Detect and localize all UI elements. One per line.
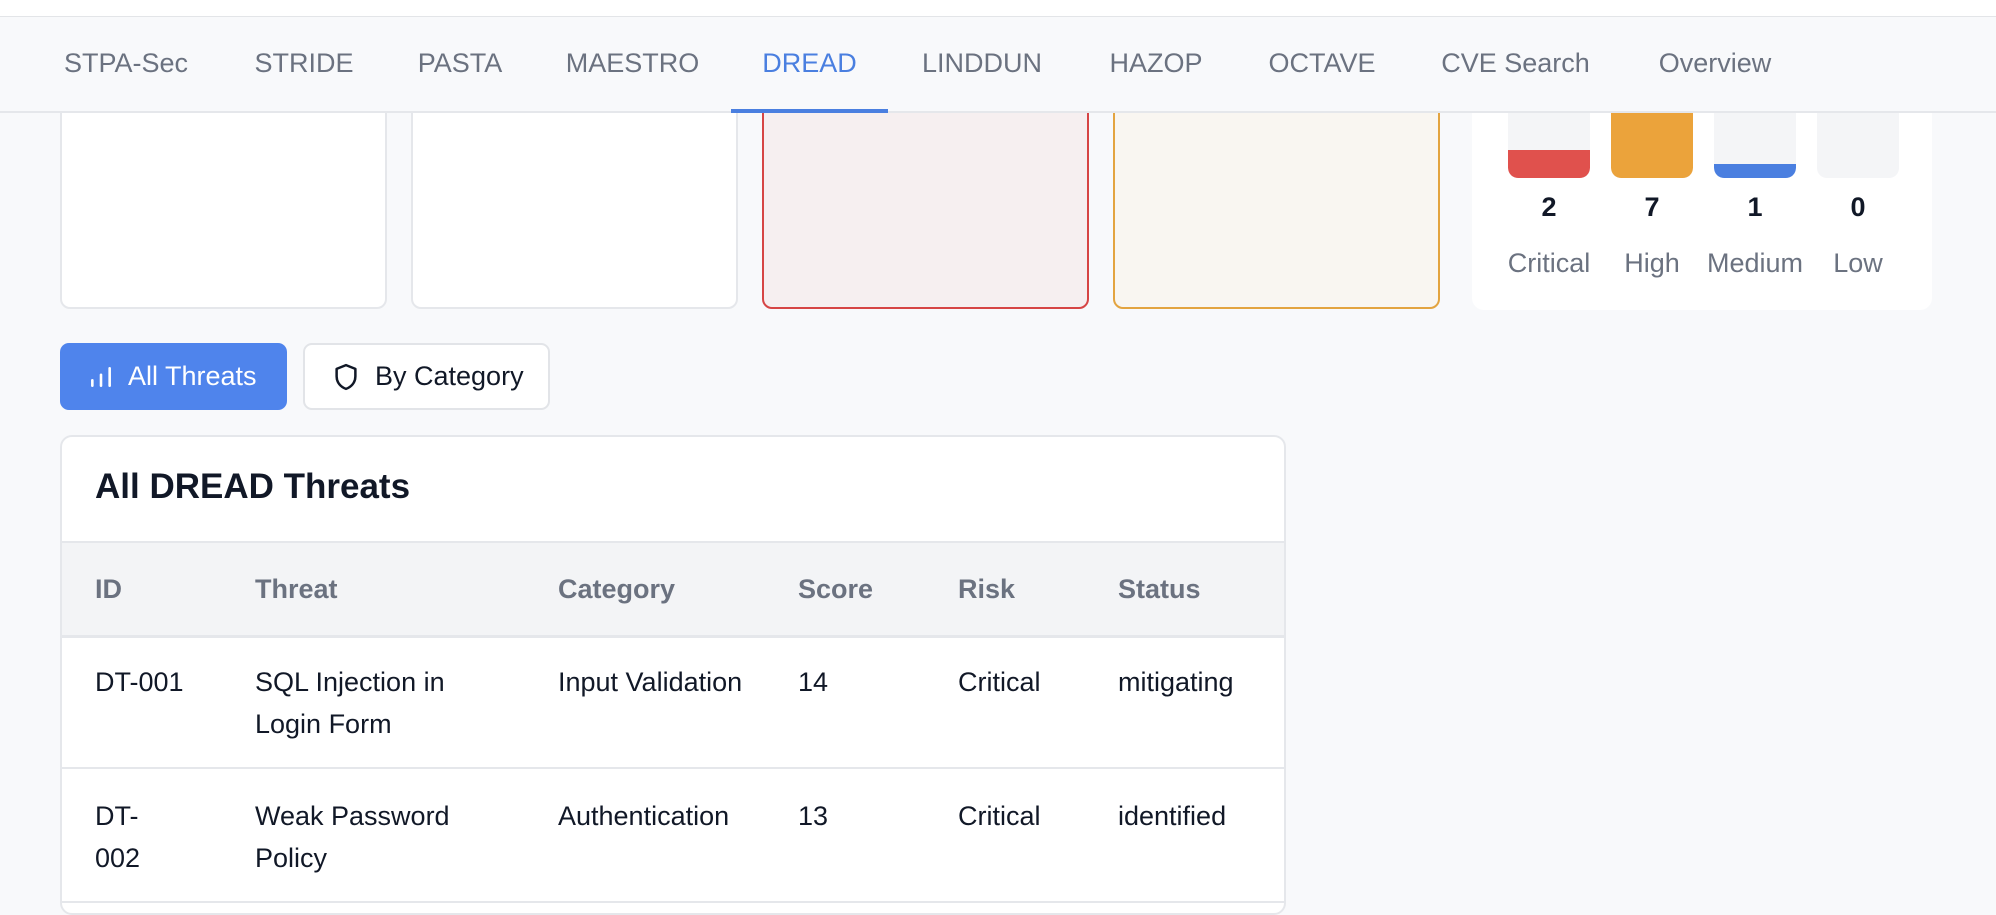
shield-icon bbox=[331, 362, 361, 392]
by-category-label: By Category bbox=[375, 361, 524, 391]
cell-threat: SQL Injection in Login Form bbox=[255, 667, 445, 739]
cell-status: mitigating bbox=[1118, 667, 1234, 697]
cell-id: DT-002 bbox=[95, 801, 141, 873]
high-count: 7 bbox=[1644, 192, 1660, 222]
tab-maestro[interactable]: MAESTRO bbox=[565, 17, 700, 111]
low-count: 0 bbox=[1850, 192, 1866, 222]
header-risk: Risk bbox=[958, 574, 1016, 604]
medium-bar bbox=[1714, 164, 1796, 178]
stat-card bbox=[411, 80, 738, 309]
critical-count: 2 bbox=[1541, 192, 1557, 222]
critical-bar bbox=[1508, 150, 1590, 178]
tab-cve-search[interactable]: CVE Search bbox=[1438, 17, 1593, 111]
by-category-button[interactable]: By Category bbox=[303, 343, 550, 410]
risk-distribution-chart: 2 Critical 7 High 1 Medium 0 Low bbox=[1472, 80, 1932, 310]
table-row[interactable]: DT-002 Weak Password Policy Authenticati… bbox=[62, 768, 1284, 903]
cell-category: Authentication bbox=[558, 801, 730, 831]
bar-chart-icon bbox=[88, 364, 114, 390]
header-category: Category bbox=[558, 574, 676, 604]
cell-category: Input Validation bbox=[558, 667, 743, 697]
all-threats-label: All Threats bbox=[128, 361, 257, 391]
cell-status: identified bbox=[1118, 801, 1227, 831]
cell-score: 13 bbox=[798, 801, 829, 831]
low-label: Low bbox=[1833, 248, 1883, 278]
framework-tab-bar: STPA-Sec STRIDE PASTA MAESTRO DREAD LIND… bbox=[0, 17, 1996, 113]
critical-stat-card bbox=[762, 80, 1089, 309]
header-status: Status bbox=[1118, 574, 1201, 604]
threats-table-panel: All DREAD Threats ID Threat Category Sco… bbox=[60, 435, 1286, 915]
tab-octave[interactable]: OCTAVE bbox=[1268, 17, 1376, 111]
tab-stpa-sec[interactable]: STPA-Sec bbox=[60, 17, 192, 111]
high-stat-card bbox=[1113, 80, 1440, 309]
table-header: ID Threat Category Score Risk Status bbox=[62, 541, 1284, 638]
tab-hazop[interactable]: HAZOP bbox=[1108, 17, 1204, 111]
tab-stride[interactable]: STRIDE bbox=[254, 17, 354, 111]
tab-overview[interactable]: Overview bbox=[1655, 17, 1775, 111]
cell-id: DT-001 bbox=[95, 667, 184, 697]
header-threat: Threat bbox=[255, 574, 338, 604]
cell-score: 14 bbox=[798, 667, 829, 697]
cell-risk: Critical bbox=[958, 801, 1041, 831]
cell-risk: Critical bbox=[958, 667, 1041, 697]
table-title: All DREAD Threats bbox=[95, 467, 411, 506]
window-top-strip bbox=[0, 0, 1996, 18]
header-id: ID bbox=[95, 574, 122, 604]
tab-dread[interactable]: DREAD bbox=[731, 17, 888, 113]
header-score: Score bbox=[798, 574, 874, 604]
table-row[interactable]: DT-001 SQL Injection in Login Form Input… bbox=[62, 634, 1284, 769]
medium-count: 1 bbox=[1747, 192, 1763, 222]
all-threats-button[interactable]: All Threats bbox=[60, 343, 287, 410]
tab-linddun[interactable]: LINDDUN bbox=[919, 17, 1045, 111]
cell-threat: Weak Password Policy bbox=[255, 801, 450, 873]
stat-card bbox=[60, 80, 387, 309]
tab-pasta[interactable]: PASTA bbox=[415, 17, 505, 111]
